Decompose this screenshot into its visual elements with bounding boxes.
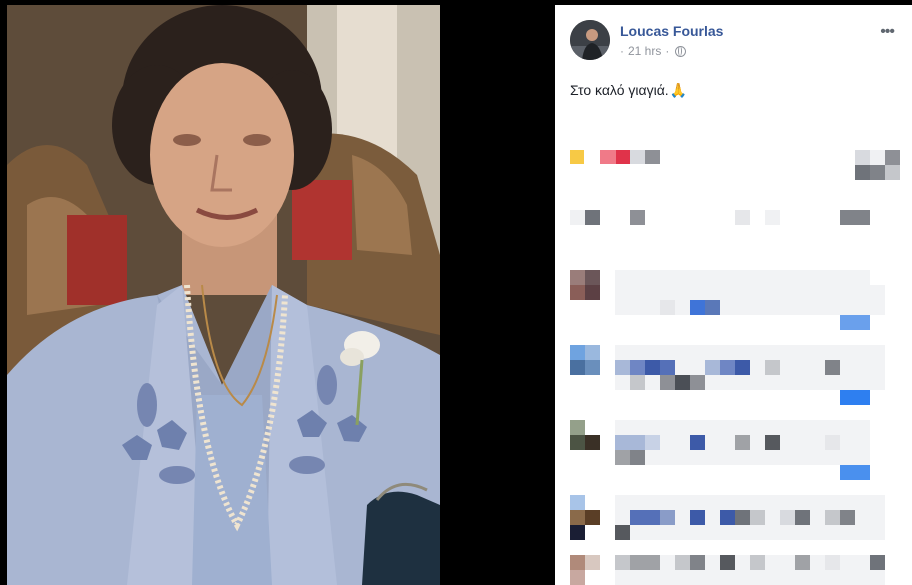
photo-viewer (0, 0, 555, 585)
post-meta: · 21 hrs · (620, 44, 687, 58)
post-caption: Στο καλό γιαγιά.🙏 (570, 82, 687, 99)
separator-dot: · (665, 44, 670, 58)
author-avatar[interactable] (570, 20, 610, 60)
post-header: Loucas Fourlas · 21 hrs · ••• (570, 20, 902, 62)
separator-dot: · (620, 44, 624, 58)
portrait-image (7, 5, 440, 585)
post-panel: Loucas Fourlas · 21 hrs · ••• Στο καλό γ… (555, 5, 912, 585)
folded-hands-emoji: 🙏 (669, 82, 688, 98)
author-name[interactable]: Loucas Fourlas (620, 23, 723, 39)
globe-icon[interactable] (675, 45, 687, 57)
more-options-icon[interactable]: ••• (880, 24, 895, 40)
post-photo[interactable] (7, 5, 440, 585)
caption-text: Στο καλό γιαγιά. (570, 82, 669, 98)
post-timestamp[interactable]: 21 hrs (628, 44, 661, 58)
